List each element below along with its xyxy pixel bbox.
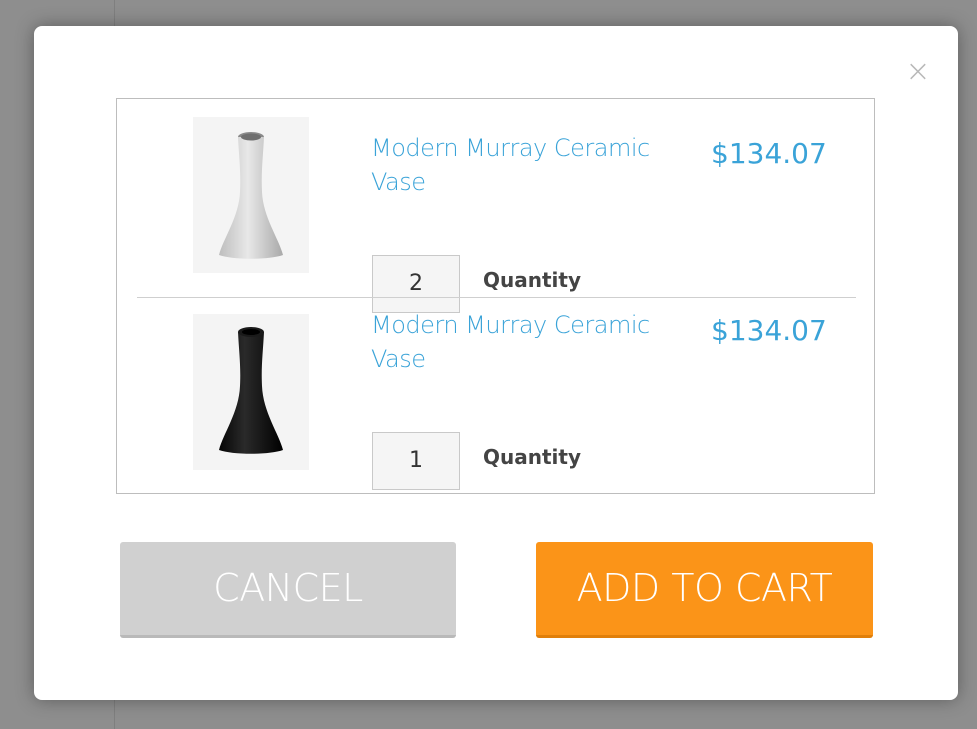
add-to-cart-modal: × Modern Murray Ceramic Vase $134.07 2 Q… — [34, 26, 958, 700]
quantity-label: Quantity — [483, 445, 581, 469]
cart-items-list: Modern Murray Ceramic Vase $134.07 2 Qua… — [116, 98, 875, 494]
quantity-input[interactable]: 1 — [372, 432, 460, 490]
list-item: Modern Murray Ceramic Vase $134.07 2 Qua… — [117, 99, 874, 313]
product-thumbnail[interactable] — [193, 117, 309, 273]
product-name-link[interactable]: Modern Murray Ceramic Vase — [371, 131, 701, 199]
product-price: $134.07 — [711, 137, 827, 170]
list-item: Modern Murray Ceramic Vase $134.07 1 Qua… — [117, 298, 874, 496]
product-name-link[interactable]: Modern Murray Ceramic Vase — [371, 308, 701, 376]
product-thumbnail[interactable] — [193, 314, 309, 470]
product-price: $134.07 — [711, 314, 827, 347]
add-to-cart-button[interactable]: ADD TO CART — [536, 542, 873, 638]
quantity-label: Quantity — [483, 268, 581, 292]
vase-image — [219, 132, 283, 259]
vase-image — [219, 327, 283, 454]
cancel-button[interactable]: CANCEL — [120, 542, 456, 638]
close-icon[interactable]: × — [904, 57, 932, 87]
